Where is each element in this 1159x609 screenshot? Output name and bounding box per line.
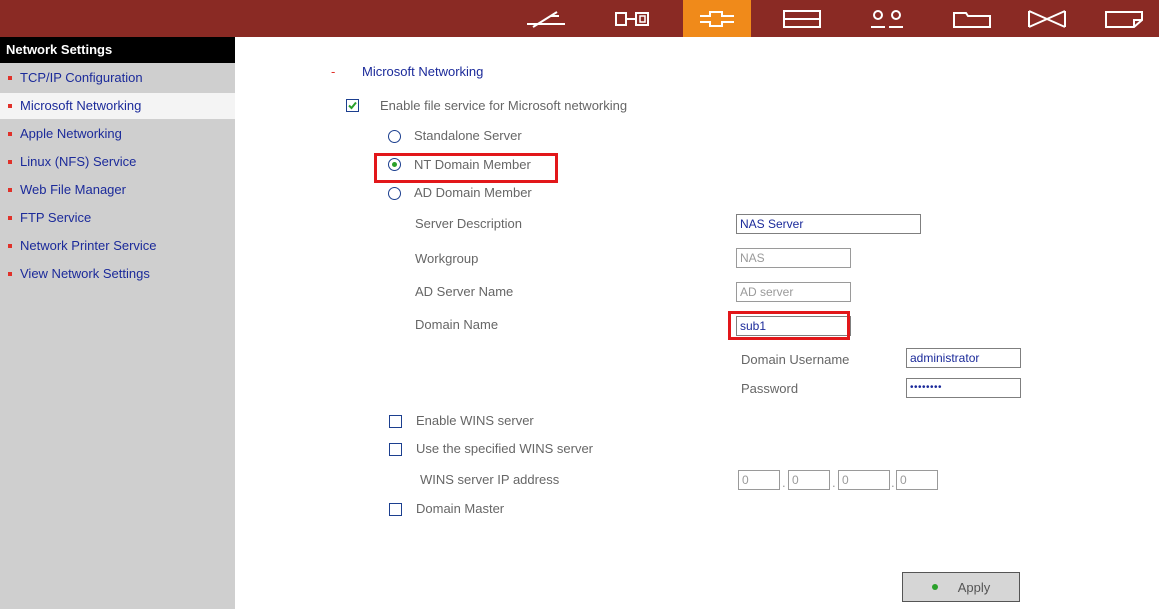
server-description-label: Server Description	[415, 216, 522, 231]
workgroup-label: Workgroup	[415, 251, 479, 266]
enable-wins-label: Enable WINS server	[416, 413, 534, 428]
bullet-icon	[8, 76, 12, 80]
domain-master-label: Domain Master	[416, 501, 505, 516]
sidebar-item-view-settings[interactable]: View Network Settings	[0, 261, 235, 287]
bullet-icon	[8, 104, 12, 108]
bullet-icon	[8, 160, 12, 164]
wins-ip-octet-4[interactable]: 0	[896, 470, 938, 490]
sidebar-item-ftp[interactable]: FTP Service	[0, 205, 235, 231]
sidebar-item-tcpip[interactable]: TCP/IP Configuration	[0, 65, 235, 91]
ad-domain-member-label: AD Domain Member	[414, 185, 532, 200]
sidebar: Network Settings TCP/IP Configuration Mi…	[0, 37, 235, 609]
bullet-icon	[8, 132, 12, 136]
enable-file-service-checkbox[interactable]	[346, 99, 359, 112]
standalone-server-radio[interactable]	[388, 130, 401, 143]
ad-domain-member-radio[interactable]	[388, 187, 401, 200]
sidebar-item-web-file-manager[interactable]: Web File Manager	[0, 177, 235, 203]
server-icon[interactable]	[598, 0, 666, 37]
disk-icon[interactable]	[768, 0, 836, 37]
ad-server-name-input[interactable]: AD server	[736, 282, 851, 302]
domain-username-input[interactable]: administrator	[906, 348, 1021, 368]
sidebar-item-label: FTP Service	[20, 210, 92, 225]
ip-dot-separator: .	[832, 475, 836, 490]
highlight-box-domain-name	[728, 311, 850, 340]
wins-ip-octet-1[interactable]: 0	[738, 470, 780, 490]
domain-name-label: Domain Name	[415, 317, 499, 332]
workgroup-input[interactable]: NAS	[736, 248, 851, 268]
network-icon[interactable]	[683, 0, 751, 37]
bullet-icon	[8, 244, 12, 248]
check-icon	[348, 101, 357, 110]
section-marker: -	[331, 64, 336, 79]
sidebar-item-label: Apple Networking	[20, 126, 122, 141]
password-label: Password	[741, 381, 799, 396]
use-wins-checkbox[interactable]	[389, 443, 402, 456]
ip-dot-separator: .	[782, 475, 786, 490]
enable-file-service-label: Enable file service for Microsoft networ…	[380, 98, 628, 113]
ad-server-name-label: AD Server Name	[415, 284, 514, 299]
enable-wins-checkbox[interactable]	[389, 415, 402, 428]
folder-icon[interactable]	[938, 0, 1006, 37]
sidebar-item-nfs[interactable]: Linux (NFS) Service	[0, 149, 235, 175]
section-title: Microsoft Networking	[362, 64, 484, 79]
sidebar-header: Network Settings	[0, 37, 235, 63]
bullet-icon	[8, 188, 12, 192]
wins-ip-label: WINS server IP address	[420, 472, 560, 487]
sidebar-item-printer[interactable]: Network Printer Service	[0, 233, 235, 259]
sidebar-item-label: TCP/IP Configuration	[20, 70, 143, 85]
sidebar-item-apple-networking[interactable]: Apple Networking	[0, 121, 235, 147]
sidebar-item-label: Network Printer Service	[20, 238, 157, 253]
password-input[interactable]: ••••••••	[906, 378, 1021, 398]
status-dot-icon	[931, 584, 938, 590]
apply-button-label: Apply	[957, 579, 991, 595]
standalone-server-label: Standalone Server	[414, 128, 522, 143]
sidebar-item-label: Linux (NFS) Service	[20, 154, 137, 169]
mail-icon[interactable]	[1013, 0, 1081, 37]
domain-master-checkbox[interactable]	[389, 503, 402, 516]
highlight-box-nt-domain	[374, 153, 558, 183]
server-description-input[interactable]: NAS Server	[736, 214, 921, 234]
top-toolbar	[0, 0, 1159, 37]
bullet-icon	[8, 272, 12, 276]
wins-ip-octet-3[interactable]: 0	[838, 470, 890, 490]
apply-button[interactable]: Apply	[902, 572, 1020, 602]
sidebar-item-label: Microsoft Networking	[20, 98, 142, 113]
domain-username-label: Domain Username	[741, 352, 850, 367]
users-icon[interactable]	[853, 0, 921, 37]
wins-ip-octet-2[interactable]: 0	[788, 470, 830, 490]
sidebar-item-microsoft-networking[interactable]: Microsoft Networking	[0, 93, 235, 119]
plane-icon[interactable]	[512, 0, 580, 37]
sidebar-item-label: Web File Manager	[20, 182, 126, 197]
sidebar-item-label: View Network Settings	[20, 266, 150, 281]
bullet-icon	[8, 216, 12, 220]
ip-dot-separator: .	[891, 475, 895, 490]
note-icon[interactable]	[1090, 0, 1158, 37]
use-wins-label: Use the specified WINS server	[416, 441, 594, 456]
